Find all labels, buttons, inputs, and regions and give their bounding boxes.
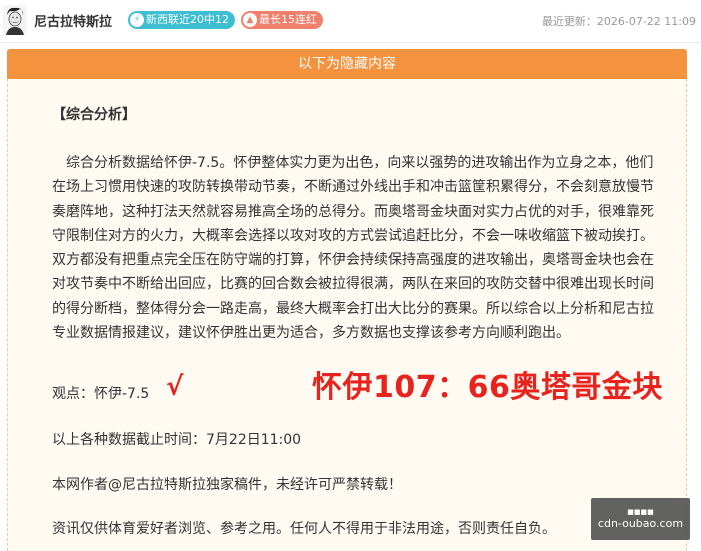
analysis-text: 综合分析数据给怀伊-7.5。怀伊整体实力更为出色，向来以强势的进攻输出作为立身之…: [52, 155, 654, 342]
copyright-notice: 本网作者@尼古拉特斯拉独家稿件，未经许可严禁转载！: [52, 477, 402, 493]
analysis-paragraph: 综合分析数据给怀伊-7.5。怀伊整体实力更为出色，向来以强势的进攻输出作为立身之…: [52, 151, 658, 345]
data-cutoff-time: 以上各种数据截止时间：7月22日11:00: [52, 432, 302, 448]
last-updated-time: 最近更新：2026-07-22 11:09: [541, 15, 696, 28]
streak-label: 最长15连红: [259, 13, 317, 26]
disclaimer: 资讯仅供体育爱好者浏览、参考之用。任何人不得用于非法用途，否则责任自负。: [52, 521, 556, 537]
hidden-content-banner: 以下为隐藏内容: [7, 49, 687, 79]
lightning-icon: ⚡: [130, 13, 144, 27]
final-score: 怀伊107：66奥塔哥金块: [312, 370, 663, 405]
flame-icon: ▲: [243, 13, 257, 27]
author-header: 尼古拉特斯拉 ⚡ 新西联近20中12 ▲ 最长15连红 最近更新：2026-07…: [0, 0, 701, 43]
watermark-domain: cdn-oubao.com: [597, 517, 684, 530]
recent-record-badge: ⚡ 新西联近20中12: [128, 11, 235, 29]
watermark-top-text: ■■■■: [627, 508, 654, 516]
site-watermark: ■■■■ cdn-oubao.com: [591, 498, 690, 540]
streak-badge: ▲ 最长15连红: [241, 11, 323, 29]
author-name[interactable]: 尼古拉特斯拉: [34, 11, 112, 30]
author-avatar[interactable]: [3, 5, 27, 35]
section-title: 【综合分析】: [52, 107, 136, 123]
check-mark: √: [166, 372, 184, 402]
avatar-portrait-icon: [3, 5, 27, 35]
recent-record-label: 新西联近20中12: [146, 13, 229, 26]
